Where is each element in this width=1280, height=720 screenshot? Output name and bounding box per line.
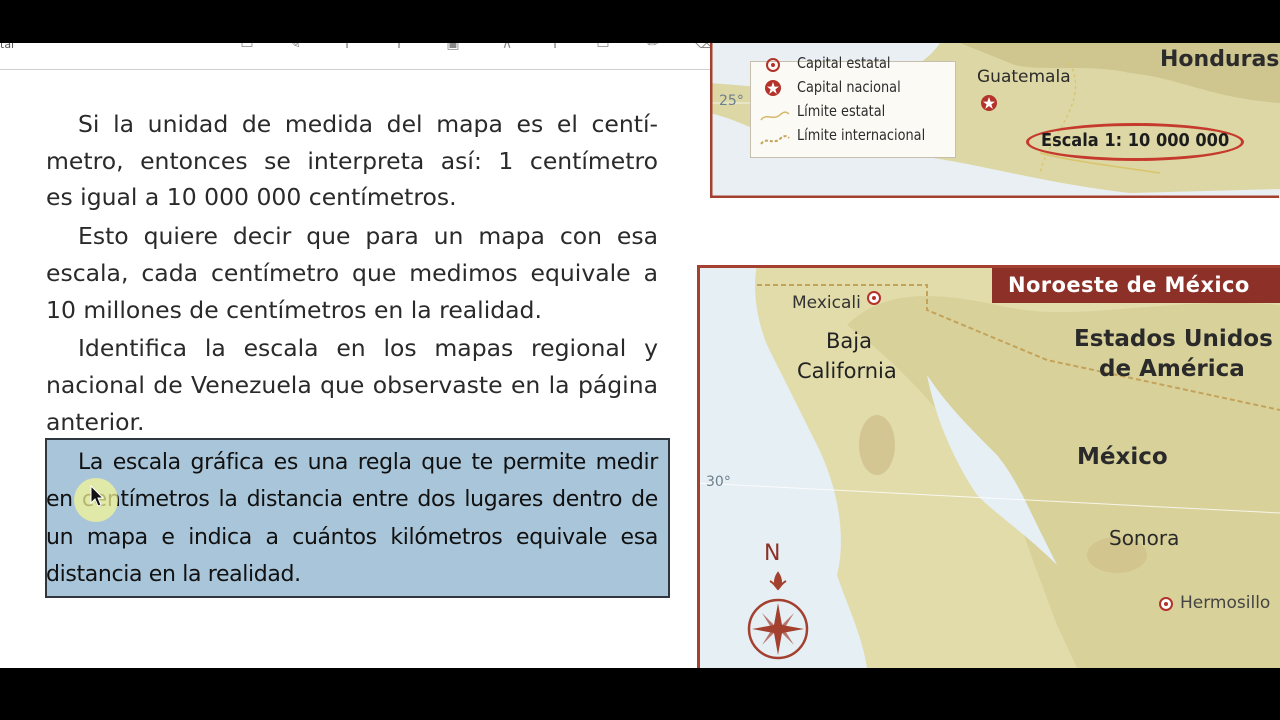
map-label-mexico: México <box>1077 444 1168 470</box>
text-icon[interactable]: T <box>388 43 410 52</box>
legend-item-international-border: Límite internacional <box>797 126 926 144</box>
compass-rose-icon <box>747 571 809 660</box>
state-capital-marker-icon <box>1159 597 1173 611</box>
map-label-baja-1: Baja <box>826 329 872 353</box>
state-capital-icon <box>766 58 780 72</box>
highlight-pen-icon[interactable]: ✎ <box>284 43 306 52</box>
map-label-sonora: Sonora <box>1109 526 1180 550</box>
legend-item-state-border: Límite estatal <box>797 102 886 120</box>
map-label-usa-2: de América <box>1099 356 1245 382</box>
paragraph-1-line-1: Si la unidad de medida del mapa es el ce… <box>78 110 658 138</box>
map-label-usa-1: Estados Unidos <box>1074 326 1273 352</box>
map-label-guatemala: Guatemala <box>977 67 1071 87</box>
strikeout-icon[interactable]: T <box>544 43 566 52</box>
international-border-line <box>760 135 790 145</box>
top-letterbox <box>0 0 1280 43</box>
paragraph-3: Identifica la escala en los mapas region… <box>46 334 658 436</box>
national-capital-icon <box>765 80 781 96</box>
map-scale-label: Escala 1: 10 000 000 <box>1041 130 1230 151</box>
pencil-icon[interactable]: ✏ <box>642 43 664 52</box>
legend-item-state-capital: Capital estatal <box>797 54 891 72</box>
underline-icon[interactable]: T <box>336 43 358 52</box>
map-title: Noroeste de México <box>1008 273 1250 297</box>
mouse-pointer-icon <box>90 485 104 507</box>
paragraph-2: Esto quiere decir que para un mapa con e… <box>46 222 658 324</box>
text-column: Si la unidad de medida del mapa es el ce… <box>46 106 658 440</box>
north-label: N <box>764 541 781 566</box>
text-box-icon[interactable]: ▣ <box>442 43 464 52</box>
bottom-letterbox <box>0 668 1280 720</box>
toolbar-cut-label: tal <box>0 43 15 51</box>
paragraph-1-line-3: es igual a 10 000 000 centímetros. <box>46 183 457 212</box>
highlight-paragraph: La escala gráfica es una regla que te pe… <box>46 450 658 587</box>
state-capital-marker-icon <box>867 291 881 305</box>
rectangle-icon[interactable]: ▭ <box>592 43 614 52</box>
map-label-hermosillo: Hermosillo <box>1180 593 1271 613</box>
text-callout-icon[interactable]: ⊼ <box>496 43 518 52</box>
national-capital-marker-icon <box>981 95 997 111</box>
paragraph-1-line-2: metro, entonces se interpreta así: 1 cen… <box>46 146 658 175</box>
latitude-label-30: 30° <box>706 474 731 490</box>
legend-item-national-capital: Capital nacional <box>797 78 901 96</box>
comment-icon[interactable]: ▭ <box>236 43 258 52</box>
map-legend: Capital estatal Capital nacional Límite … <box>750 54 956 158</box>
paragraph-1: Si la unidad de medida del mapa es el ce… <box>46 106 658 216</box>
state-border-line <box>760 111 790 121</box>
map-label-mexicali: Mexicali <box>792 293 861 313</box>
document-viewer: tal ▭ ✎ T T ▣ ⊼ T ▭ ✏ ⌫ ▤ ⊕ ⚙ ↗ ✓ — Aa S… <box>0 43 1280 668</box>
latitude-label-25: 25° <box>719 93 744 109</box>
map-label-baja-2: California <box>797 359 897 383</box>
map-label-honduras: Honduras <box>1160 49 1280 69</box>
